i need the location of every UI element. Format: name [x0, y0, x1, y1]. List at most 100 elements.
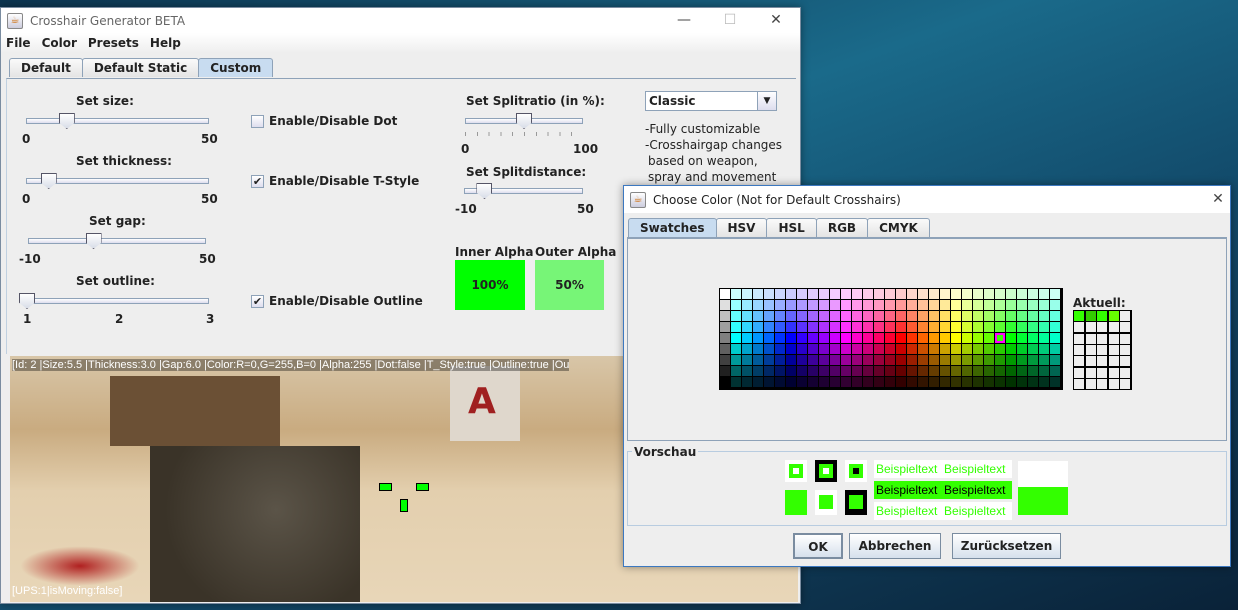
swatch-cell[interactable] [742, 289, 752, 299]
recent-swatch[interactable] [1085, 356, 1096, 367]
tab-hsv[interactable]: HSV [715, 218, 768, 237]
swatch-cell[interactable] [775, 366, 785, 376]
swatch-cell[interactable] [841, 311, 851, 321]
swatch-cell[interactable] [863, 311, 873, 321]
swatch-cell[interactable] [786, 300, 796, 310]
swatch-cell[interactable] [841, 377, 851, 387]
swatch-cell[interactable] [819, 289, 829, 299]
swatch-cell[interactable] [885, 322, 895, 332]
swatch-cell[interactable] [874, 300, 884, 310]
recent-swatch[interactable] [1074, 333, 1084, 344]
menu-help[interactable]: Help [145, 33, 187, 53]
swatch-cell[interactable] [775, 333, 785, 343]
swatch-cell[interactable] [1050, 355, 1060, 365]
swatch-cell[interactable] [731, 333, 741, 343]
minimize-button[interactable]: — [661, 8, 707, 32]
swatch-cell[interactable] [797, 300, 807, 310]
swatch-cell[interactable] [808, 366, 818, 376]
swatch-cell[interactable] [753, 377, 763, 387]
swatch-cell[interactable] [863, 322, 873, 332]
outline-checkbox[interactable]: ✔ Enable/Disable Outline [251, 294, 423, 308]
swatch-cell[interactable] [720, 311, 730, 321]
swatch-cell[interactable] [907, 322, 917, 332]
swatch-cell[interactable] [907, 355, 917, 365]
swatch-cell[interactable] [951, 289, 961, 299]
swatch-cell[interactable] [940, 344, 950, 354]
swatch-cell[interactable] [841, 289, 851, 299]
swatch-cell[interactable] [808, 344, 818, 354]
swatch-cell[interactable] [940, 289, 950, 299]
swatch-cell[interactable] [720, 344, 730, 354]
swatch-cell[interactable] [874, 366, 884, 376]
swatch-cell[interactable] [753, 322, 763, 332]
menu-file[interactable]: File [1, 33, 37, 53]
swatch-cell[interactable] [775, 355, 785, 365]
swatch-cell[interactable] [1050, 366, 1060, 376]
swatch-cell[interactable] [874, 355, 884, 365]
checkmark-icon[interactable]: ✔ [251, 294, 264, 308]
gap-slider[interactable] [28, 233, 206, 249]
swatch-cell[interactable] [1017, 355, 1027, 365]
swatch-cell[interactable] [742, 322, 752, 332]
swatch-cell[interactable] [896, 355, 906, 365]
recent-swatch[interactable] [1085, 378, 1096, 389]
swatch-cell[interactable] [995, 322, 1005, 332]
swatch-cell[interactable] [940, 322, 950, 332]
swatch-cell[interactable] [907, 289, 917, 299]
recent-swatch[interactable] [1120, 344, 1131, 355]
swatch-cell[interactable] [731, 322, 741, 332]
swatch-cell[interactable] [907, 366, 917, 376]
swatch-cell[interactable] [753, 333, 763, 343]
reset-button[interactable]: Zurücksetzen [952, 533, 1061, 559]
swatch-cell[interactable] [841, 322, 851, 332]
swatch-cell[interactable] [1006, 344, 1016, 354]
swatch-cell[interactable] [797, 333, 807, 343]
recent-swatch[interactable] [1097, 311, 1108, 321]
tab-rgb[interactable]: RGB [815, 218, 869, 237]
swatch-cell[interactable] [1017, 366, 1027, 376]
swatch-cell[interactable] [885, 377, 895, 387]
recent-swatch[interactable] [1108, 344, 1119, 355]
swatch-cell[interactable] [951, 377, 961, 387]
swatch-cell[interactable] [962, 366, 972, 376]
recent-swatch[interactable] [1085, 333, 1096, 344]
swatch-cell[interactable] [874, 311, 884, 321]
swatch-cell[interactable] [1028, 344, 1038, 354]
swatch-cell[interactable] [775, 300, 785, 310]
swatch-cell[interactable] [1039, 289, 1049, 299]
swatch-cell[interactable] [819, 377, 829, 387]
swatch-cell[interactable] [1039, 377, 1049, 387]
swatch-cell[interactable] [841, 300, 851, 310]
swatch-cell[interactable] [940, 366, 950, 376]
recent-swatch[interactable] [1097, 367, 1108, 378]
recent-swatch[interactable] [1085, 367, 1096, 378]
thickness-slider[interactable] [26, 173, 209, 189]
swatch-cell[interactable] [918, 300, 928, 310]
splitratio-slider[interactable] [465, 113, 583, 129]
swatch-cell[interactable] [841, 344, 851, 354]
swatch-cell[interactable] [885, 289, 895, 299]
swatch-cell[interactable] [951, 300, 961, 310]
tab-custom[interactable]: Custom [198, 58, 274, 77]
recent-swatch[interactable] [1108, 333, 1119, 344]
swatch-cell[interactable] [775, 377, 785, 387]
swatch-cell[interactable] [885, 366, 895, 376]
swatch-cell[interactable] [797, 322, 807, 332]
tstyle-checkbox[interactable]: ✔ Enable/Disable T-Style [251, 174, 419, 188]
swatch-cell[interactable] [819, 322, 829, 332]
swatch-cell[interactable] [852, 377, 862, 387]
swatch-cell[interactable] [951, 322, 961, 332]
recent-swatch[interactable] [1120, 322, 1131, 333]
recent-swatch[interactable] [1085, 344, 1096, 355]
swatch-cell[interactable] [1006, 355, 1016, 365]
swatch-cell[interactable] [962, 322, 972, 332]
swatch-cell[interactable] [753, 300, 763, 310]
swatch-cell[interactable] [841, 355, 851, 365]
swatch-cell[interactable] [962, 289, 972, 299]
swatch-cell[interactable] [720, 377, 730, 387]
swatch-cell[interactable] [786, 366, 796, 376]
swatch-cell[interactable] [1028, 300, 1038, 310]
recent-swatch[interactable] [1085, 311, 1096, 321]
swatch-cell[interactable] [731, 344, 741, 354]
swatch-cell[interactable] [896, 289, 906, 299]
